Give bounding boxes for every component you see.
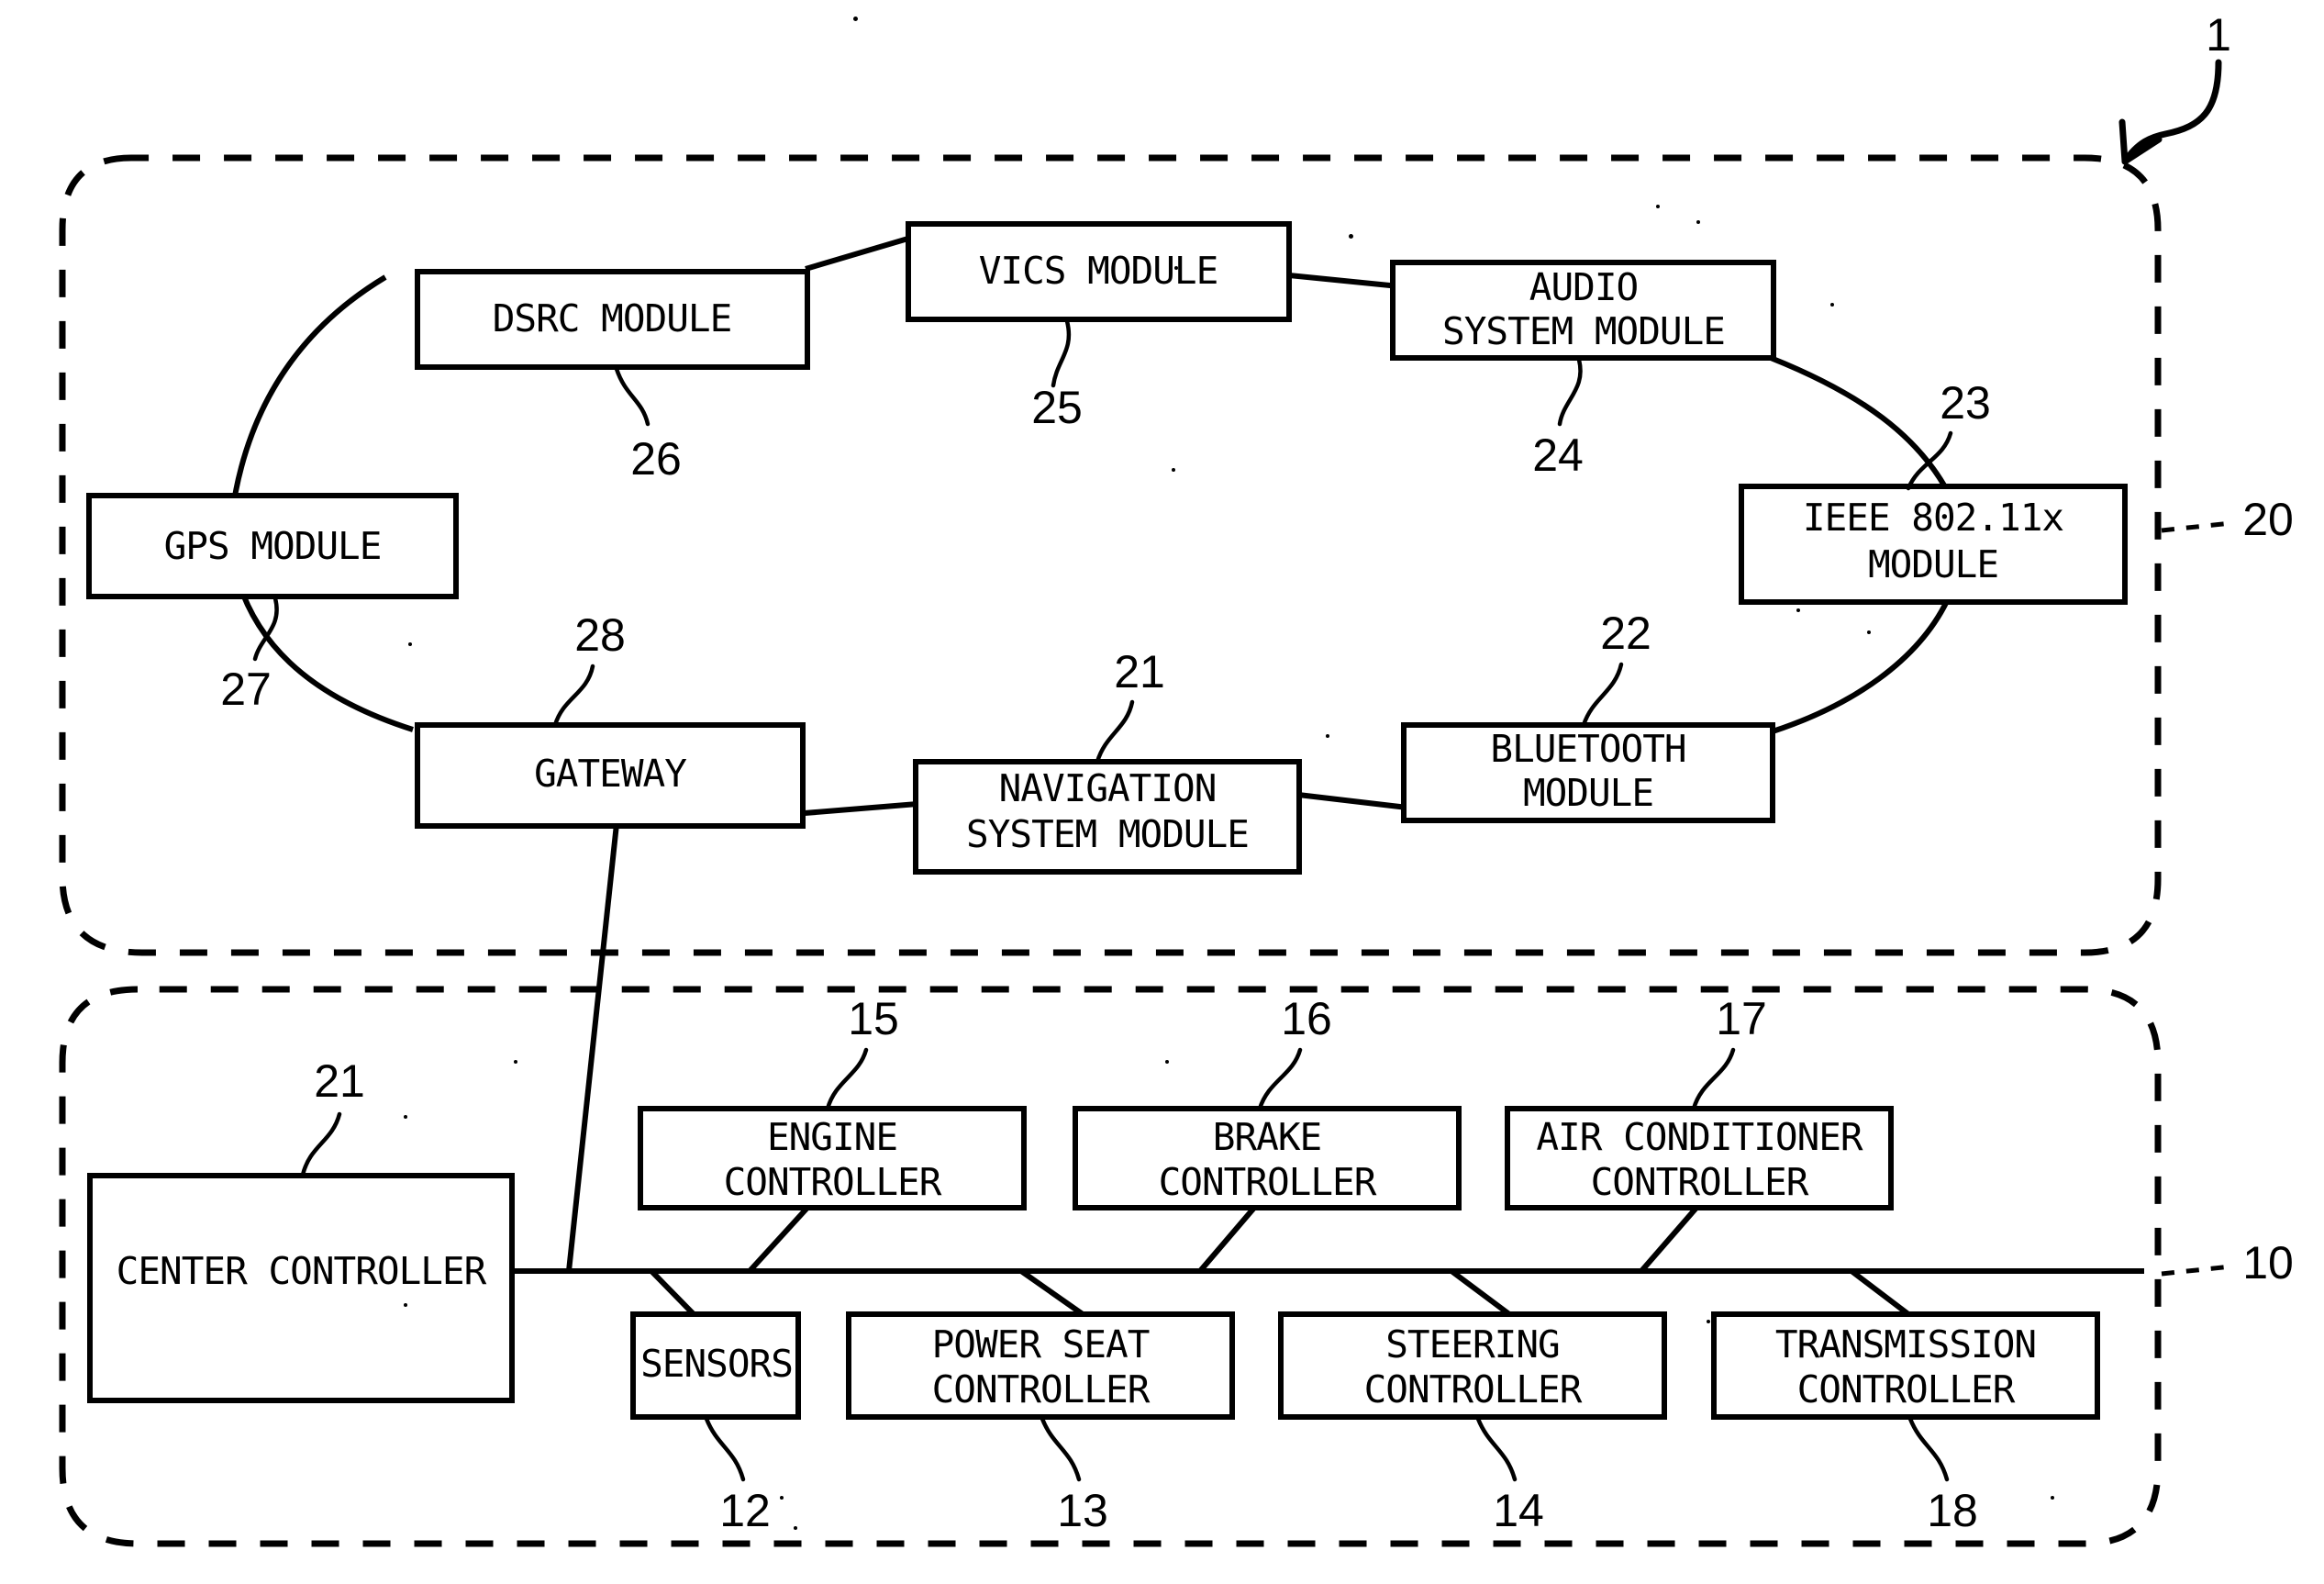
stub-steering-controller: [1450, 1268, 1511, 1317]
scan-speck: [404, 1303, 407, 1307]
scan-speck: [1796, 608, 1800, 612]
label-audio-system-module-line2: SYSTEM MODULE: [1442, 309, 1725, 353]
refnum-15: 15: [848, 993, 899, 1044]
refnum-1: 1: [2206, 9, 2231, 61]
label-center-controller: CENTER CONTROLLER: [117, 1249, 487, 1293]
scan-speck: [1165, 1060, 1169, 1064]
label-air-conditioner-controller-line2: CONTROLLER: [1591, 1160, 1809, 1204]
leader-18: [1907, 1416, 1950, 1482]
leader-17: [1691, 1047, 1736, 1111]
leader-15: [825, 1047, 869, 1111]
label-steering-controller-line1: STEERING: [1385, 1322, 1559, 1366]
leader-24: [1557, 357, 1583, 427]
leader-10: [2161, 1264, 2232, 1277]
leader-20: [2161, 520, 2232, 533]
leader-14: [1475, 1416, 1518, 1482]
refnum-10: 10: [2242, 1237, 2294, 1288]
label-air-conditioner-controller-line1: AIR CONDITIONER: [1536, 1115, 1863, 1159]
scan-speck: [2051, 1496, 2054, 1500]
refnum-24: 24: [1532, 429, 1584, 481]
label-brake-controller-line2: CONTROLLER: [1159, 1160, 1377, 1204]
label-engine-controller-line2: CONTROLLER: [724, 1160, 942, 1204]
label-sensors: SENSORS: [640, 1342, 793, 1386]
scan-speck: [404, 1115, 407, 1119]
refnum-23: 23: [1940, 377, 1991, 429]
leader-23: [1906, 430, 1953, 491]
stub-sensors: [649, 1268, 696, 1317]
leader-16: [1257, 1047, 1303, 1111]
label-audio-system-module-line1: AUDIO: [1529, 265, 1638, 309]
refnum-21-center: 21: [314, 1055, 365, 1107]
stub-air-conditioner-controller: [1639, 1206, 1699, 1273]
label-navigation-module-line1: NAVIGATION: [999, 766, 1217, 810]
refnum-18: 18: [1927, 1485, 1978, 1536]
leader-25: [1051, 318, 1072, 388]
scan-speck: [514, 1060, 517, 1064]
label-navigation-module-line2: SYSTEM MODULE: [966, 812, 1249, 856]
label-bluetooth-module-line2: MODULE: [1523, 771, 1653, 815]
label-dsrc-module: DSRC MODULE: [493, 296, 732, 340]
link-dsrc-vics: [805, 235, 912, 272]
figure-canvas: DSRC MODULE VICS MODULE AUDIO SYSTEM MOD…: [0, 0, 2324, 1584]
label-transmission-controller-line2: CONTROLLER: [1797, 1367, 2016, 1411]
leader-13: [1040, 1416, 1082, 1482]
refnum-17: 17: [1716, 993, 1767, 1044]
scan-speck: [1174, 266, 1178, 270]
label-transmission-controller-line1: TRANSMISSION: [1775, 1322, 2036, 1366]
stub-transmission-controller: [1850, 1268, 1910, 1317]
refnum-12: 12: [719, 1485, 771, 1536]
scan-speck: [1656, 205, 1660, 208]
scan-speck: [1326, 734, 1329, 738]
leader-26: [614, 366, 650, 427]
label-bluetooth-module-line1: BLUETOOTH: [1490, 727, 1685, 771]
link-ieee-bluetooth: [1772, 599, 1950, 734]
refnum-26: 26: [630, 433, 682, 485]
label-engine-controller-line1: ENGINE: [767, 1115, 897, 1159]
refnum-14: 14: [1493, 1485, 1544, 1536]
link-gps-dsrc: [228, 274, 387, 520]
scan-speck: [1707, 1320, 1710, 1323]
refnum-13: 13: [1057, 1485, 1108, 1536]
label-power-seat-controller-line1: POWER SEAT: [932, 1322, 1150, 1366]
scan-speck: [1349, 234, 1353, 239]
refnum-21-nav: 21: [1114, 646, 1165, 697]
leader-12: [704, 1416, 746, 1482]
refnum-28: 28: [574, 609, 626, 661]
scan-speck: [794, 1526, 797, 1530]
leader-21-nav: [1095, 699, 1135, 764]
stub-engine-controller: [747, 1205, 810, 1274]
leader-22: [1581, 662, 1624, 728]
scan-speck: [1696, 220, 1700, 224]
label-ieee-module-line2: MODULE: [1868, 542, 1998, 586]
link-bluetooth-navigation: [1297, 792, 1408, 810]
label-gateway: GATEWAY: [534, 752, 686, 796]
leader-28: [552, 664, 595, 728]
label-gps-module: GPS MODULE: [164, 524, 382, 568]
label-brake-controller-line1: BRAKE: [1213, 1115, 1321, 1159]
label-ieee-module-line1: IEEE 802.11x: [1803, 496, 2064, 540]
refnum-22: 22: [1600, 608, 1651, 659]
label-vics-module: VICS MODULE: [979, 249, 1218, 293]
link-navigation-gateway: [804, 801, 918, 816]
scan-speck: [853, 17, 858, 21]
leader-21-center: [300, 1111, 342, 1177]
scan-speck: [1172, 468, 1175, 472]
refnum-16: 16: [1281, 993, 1332, 1044]
scan-speck: [1867, 630, 1871, 634]
scan-speck: [408, 642, 412, 646]
scan-speck: [2018, 1331, 2022, 1334]
label-steering-controller-line2: CONTROLLER: [1364, 1367, 1583, 1411]
link-vics-audio: [1288, 273, 1400, 289]
link-gateway-center-controller: [566, 823, 619, 1272]
figure-ref-arrow: [2121, 59, 2222, 165]
refnum-25: 25: [1031, 382, 1083, 433]
refnum-20: 20: [2242, 494, 2294, 545]
stub-power-seat-controller: [1019, 1268, 1084, 1317]
refnum-27: 27: [220, 664, 272, 715]
scan-speck: [1830, 303, 1834, 307]
stub-brake-controller: [1197, 1206, 1257, 1273]
scan-speck: [780, 1496, 784, 1500]
label-power-seat-controller-line2: CONTROLLER: [932, 1367, 1151, 1411]
